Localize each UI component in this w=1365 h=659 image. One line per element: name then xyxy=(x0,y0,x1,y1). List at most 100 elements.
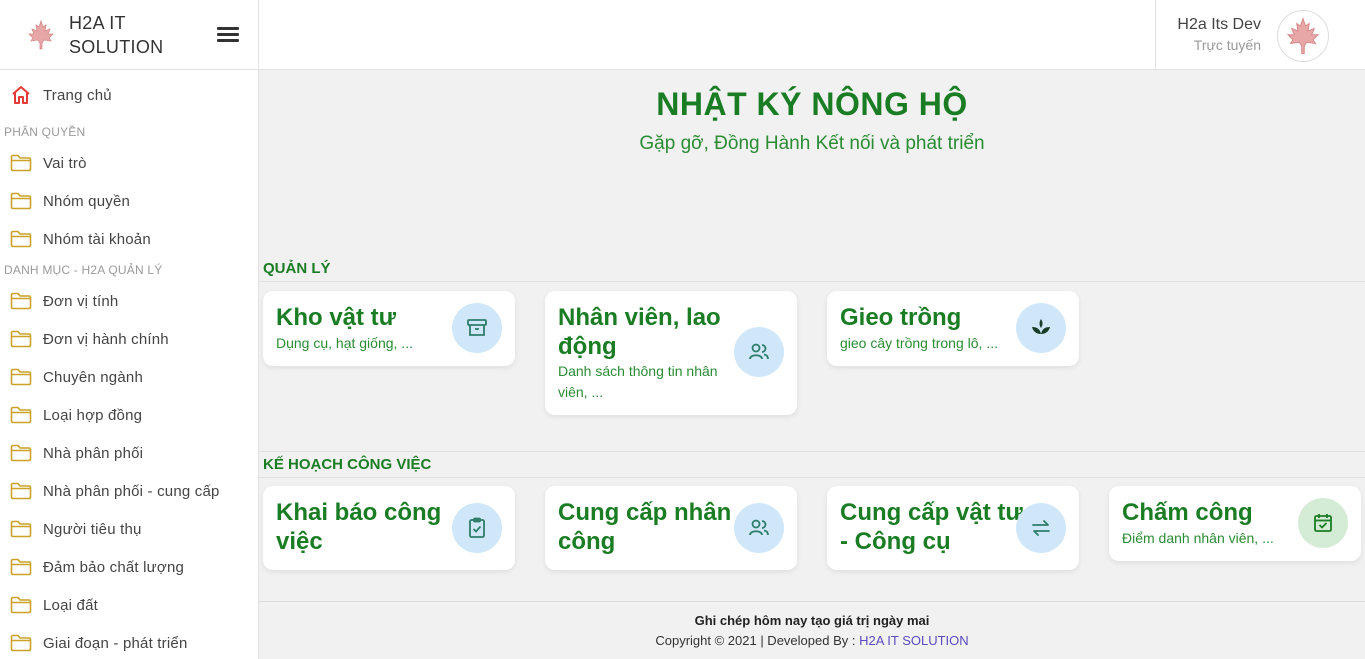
sidebar-item-label: Nhà phân phối xyxy=(43,444,144,462)
avatar[interactable] xyxy=(1277,10,1329,62)
clipboard-check-icon xyxy=(452,503,502,553)
card-desc: Danh sách thông tin nhân viên, ... xyxy=(558,361,718,403)
folder-icon xyxy=(10,229,32,249)
card-title: Khai báo công việc xyxy=(276,498,441,556)
sidebar-item-label: Nhóm tài khoản xyxy=(43,230,151,248)
card-title: Kho vật tư xyxy=(276,304,397,331)
divider xyxy=(259,451,1365,452)
sidebar-item-label: Nhà phân phối - cung cấp xyxy=(43,482,220,500)
card-title: Gieo trồng xyxy=(840,304,962,331)
sidebar-item[interactable]: Loại hợp đồng xyxy=(0,396,258,434)
sidebar-item-label: Chuyên ngành xyxy=(43,368,143,386)
card-planting[interactable]: Gieo trồng gieo cây trồng trong lô, ... xyxy=(827,291,1079,366)
brand-name: H2A IT SOLUTION xyxy=(69,11,163,59)
sidebar-item[interactable]: Nhóm tài khoản xyxy=(0,220,258,258)
sidebar-item[interactable]: Người tiêu thụ xyxy=(0,510,258,548)
folder-icon xyxy=(10,191,32,211)
sidebar-section-title: PHÂN QUYỀN xyxy=(4,125,86,139)
folder-icon xyxy=(10,557,32,577)
sidebar-item-label: Đơn vị tính xyxy=(43,292,119,310)
footer-copyright: Copyright © 2021 | Developed By : H2A IT… xyxy=(259,633,1365,648)
user-name: H2a Its Dev xyxy=(1177,16,1261,33)
folder-icon xyxy=(10,405,32,425)
page-title: NHẬT KÝ NÔNG HỘ xyxy=(656,86,968,122)
card-title-line2: việc xyxy=(276,528,323,555)
home-icon xyxy=(10,85,32,105)
divider xyxy=(259,281,1365,282)
divider xyxy=(259,477,1365,478)
brand-name-line1: H2A IT xyxy=(69,13,126,33)
user-menu[interactable]: H2a Its Dev Trực tuyến xyxy=(1155,0,1365,70)
sidebar-item[interactable]: Nhà phân phối xyxy=(0,434,258,472)
card-title: Cung cấp vật tư - Công cụ xyxy=(840,498,1023,556)
sprout-icon xyxy=(1016,303,1066,353)
section-title-work-plan: KẾ HOẠCH CÔNG VIỆC xyxy=(263,456,432,473)
card-declare-work[interactable]: Khai báo công việc xyxy=(263,486,515,570)
sidebar: Trang chủ PHÂN QUYỀN Vai trò Nhóm quyền Nhó… xyxy=(0,70,259,659)
sidebar-item-label: Đảm bảo chất lượng xyxy=(43,558,185,576)
archive-icon xyxy=(452,303,502,353)
maple-leaf-logo-icon xyxy=(28,19,54,50)
sidebar-item-home[interactable]: Trang chủ xyxy=(0,70,258,120)
sidebar-section-title: DANH MỤC - H2A QUẢN LÝ xyxy=(4,263,163,277)
card-title-line1: Cung cấp nhân xyxy=(558,499,732,526)
sidebar-item-label: Giai đoạn - phát triển xyxy=(43,634,188,652)
users-icon xyxy=(734,503,784,553)
sidebar-item[interactable]: Vai trò xyxy=(0,144,258,182)
menu-toggle-icon[interactable] xyxy=(217,24,239,46)
users-icon xyxy=(734,327,784,377)
exchange-icon xyxy=(1016,503,1066,553)
card-title-line1: Khai báo công xyxy=(276,499,442,526)
sidebar-item[interactable]: Nhà phân phối - cung cấp xyxy=(0,472,258,510)
card-timekeeping[interactable]: Chấm công Điểm danh nhân viên, ... xyxy=(1109,486,1361,561)
card-employees[interactable]: Nhân viên, lao động Danh sách thông tin … xyxy=(545,291,797,415)
card-desc-line2: viên, ... xyxy=(558,384,604,400)
sidebar-item-label: Vai trò xyxy=(43,154,87,172)
folder-icon xyxy=(10,367,32,387)
sidebar-item[interactable]: Đảm bảo chất lượng xyxy=(0,548,258,586)
card-desc: Điểm danh nhân viên, ... xyxy=(1122,530,1274,546)
sidebar-item-label: Trang chủ xyxy=(43,86,112,104)
user-status: Trực tuyến xyxy=(1193,37,1261,53)
maple-leaf-avatar-icon xyxy=(1286,16,1320,54)
card-title-line2: - Công cụ xyxy=(840,528,951,555)
top-header: H2A IT SOLUTION H2a Its Dev Trực tuyến xyxy=(0,0,1365,70)
copyright-text: Copyright © 2021 | Developed By : xyxy=(655,633,860,648)
folder-icon xyxy=(10,481,32,501)
card-title: Chấm công xyxy=(1122,499,1253,526)
sidebar-item[interactable]: Loại đất xyxy=(0,586,258,624)
card-title-line1: Cung cấp vật tư xyxy=(840,499,1023,526)
card-title: Nhân viên, lao động xyxy=(558,303,721,361)
card-title-line2: công xyxy=(558,528,616,555)
page-subtitle: Gặp gỡ, Đồng Hành Kết nối và phát triển xyxy=(639,133,985,154)
sidebar-item-label: Loại đất xyxy=(43,596,98,614)
calendar-check-icon xyxy=(1298,498,1348,548)
card-title: Cung cấp nhân công xyxy=(558,498,731,556)
sidebar-item-label: Nhóm quyền xyxy=(43,192,131,210)
brand: H2A IT SOLUTION xyxy=(0,0,259,70)
sidebar-item[interactable]: Giai đoạn - phát triển xyxy=(0,624,258,659)
folder-icon xyxy=(10,153,32,173)
card-desc-line1: Danh sách thông tin nhân xyxy=(558,363,718,379)
card-desc: Dụng cụ, hạt giống, ... xyxy=(276,335,413,351)
footer-slogan: Ghi chép hôm nay tạo giá trị ngày mai xyxy=(694,613,930,628)
card-labor-supply[interactable]: Cung cấp nhân công xyxy=(545,486,797,570)
sidebar-item-label: Người tiêu thụ xyxy=(43,520,142,538)
card-warehouse[interactable]: Kho vật tư Dụng cụ, hạt giống, ... xyxy=(263,291,515,366)
section-title-management: QUẢN LÝ xyxy=(263,260,331,277)
sidebar-item[interactable]: Đơn vị hành chính xyxy=(0,320,258,358)
folder-icon xyxy=(10,595,32,615)
sidebar-item[interactable]: Chuyên ngành xyxy=(0,358,258,396)
footer: Ghi chép hôm nay tạo giá trị ngày mai Co… xyxy=(259,601,1365,659)
sidebar-item-label: Loại hợp đồng xyxy=(43,406,143,424)
card-title-line1: Nhân viên, lao xyxy=(558,304,721,331)
sidebar-item[interactable]: Nhóm quyền xyxy=(0,182,258,220)
folder-icon xyxy=(10,519,32,539)
card-desc: gieo cây trồng trong lô, ... xyxy=(840,335,998,351)
developer-link[interactable]: H2A IT SOLUTION xyxy=(859,633,969,648)
main-content: NHẬT KÝ NÔNG HỘ Gặp gỡ, Đồng Hành Kết nố… xyxy=(259,70,1365,601)
card-material-supply[interactable]: Cung cấp vật tư - Công cụ xyxy=(827,486,1079,570)
folder-icon xyxy=(10,633,32,653)
folder-icon xyxy=(10,329,32,349)
sidebar-item[interactable]: Đơn vị tính xyxy=(0,282,258,320)
